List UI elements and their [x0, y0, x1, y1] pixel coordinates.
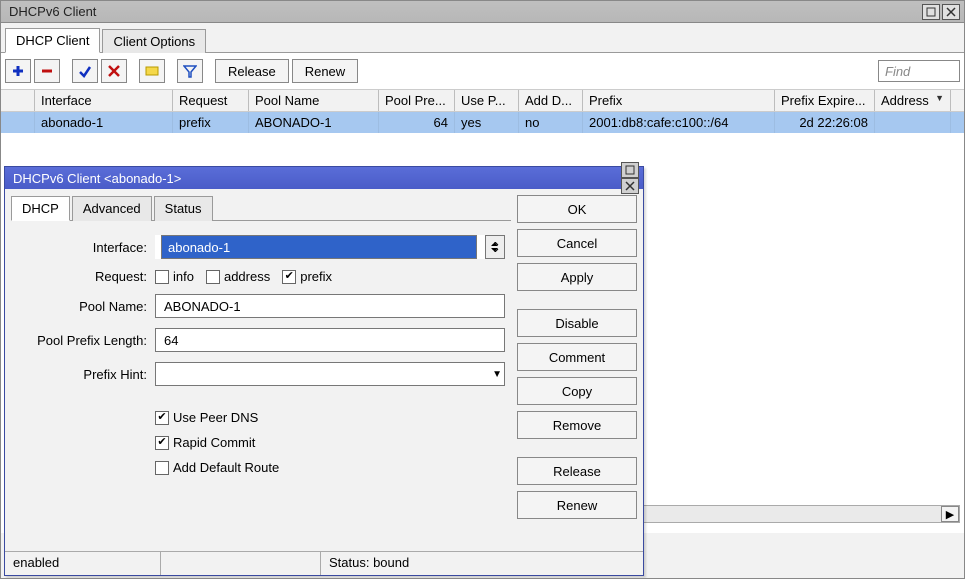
- ok-button[interactable]: OK: [517, 195, 637, 223]
- row-usep: yes: [455, 112, 519, 133]
- tab-dhcp-client[interactable]: DHCP Client: [5, 28, 100, 53]
- lbl-request: Request:: [17, 269, 155, 284]
- prefixhint-input[interactable]: ▼: [155, 362, 505, 386]
- close-icon[interactable]: [942, 4, 960, 20]
- dialog-minimize-icon[interactable]: [621, 162, 639, 178]
- poolprefixlength-value[interactable]: [162, 332, 498, 349]
- main-title-buttons: [922, 4, 960, 20]
- chevron-down-icon: ▼: [935, 93, 944, 108]
- row-poolpre: 64: [379, 112, 455, 133]
- col-prefixexp[interactable]: Prefix Expire...: [775, 90, 875, 111]
- rapidcommit-checkbox[interactable]: Rapid Commit: [155, 435, 255, 450]
- main-title: DHCPv6 Client: [5, 4, 922, 19]
- row-poolname: ABONADO-1: [249, 112, 379, 133]
- tab-client-options[interactable]: Client Options: [102, 29, 206, 53]
- row-address: [875, 112, 951, 133]
- lbl-interface: Interface:: [17, 240, 155, 255]
- col-prefix[interactable]: Prefix: [583, 90, 775, 111]
- enable-icon[interactable]: [72, 59, 98, 83]
- usepeerdns-checkbox[interactable]: Use Peer DNS: [155, 410, 258, 425]
- status-enabled: enabled: [5, 552, 161, 575]
- col-interface[interactable]: Interface: [35, 90, 173, 111]
- renew-label: Renew: [305, 64, 345, 79]
- renew-button-dlg[interactable]: Renew: [517, 491, 637, 519]
- scroll-right-icon[interactable]: ▶: [941, 506, 959, 522]
- dlg-tab-dhcp[interactable]: DHCP: [11, 196, 70, 221]
- col-poolname[interactable]: Pool Name: [249, 90, 379, 111]
- find-input[interactable]: Find: [878, 60, 960, 82]
- filter-icon[interactable]: [177, 59, 203, 83]
- row-request: prefix: [173, 112, 249, 133]
- dialog-title: DHCPv6 Client <abonado-1>: [9, 171, 621, 186]
- main-tabstrip: DHCP Client Client Options: [1, 23, 964, 53]
- comment-button[interactable]: Comment: [517, 343, 637, 371]
- lbl-poolprefixlength: Pool Prefix Length:: [17, 333, 155, 348]
- dialog-tabstrip: DHCP Advanced Status: [11, 195, 511, 221]
- dialog-actions: OK Cancel Apply Disable Comment Copy Rem…: [517, 195, 637, 545]
- remove-icon[interactable]: [34, 59, 60, 83]
- poolname-input[interactable]: [155, 294, 505, 318]
- remove-button[interactable]: Remove: [517, 411, 637, 439]
- apply-button[interactable]: Apply: [517, 263, 637, 291]
- dialog-left: DHCP Advanced Status Interface: abonado-…: [11, 195, 511, 545]
- col-stub[interactable]: [1, 90, 35, 111]
- request-address-checkbox[interactable]: address: [206, 269, 270, 284]
- main-titlebar: DHCPv6 Client: [1, 1, 964, 23]
- dlg-tab-status[interactable]: Status: [154, 196, 213, 221]
- release-button-dlg[interactable]: Release: [517, 457, 637, 485]
- release-label: Release: [228, 64, 276, 79]
- poolprefixlength-input[interactable]: [155, 328, 505, 352]
- lbl-poolname: Pool Name:: [17, 299, 155, 314]
- toolbar: Release Renew Find: [1, 53, 964, 90]
- poolname-value[interactable]: [162, 298, 498, 315]
- col-poolpre[interactable]: Pool Pre...: [379, 90, 455, 111]
- col-address[interactable]: Address▼: [875, 90, 951, 111]
- renew-button[interactable]: Renew: [292, 59, 358, 83]
- interface-select[interactable]: abonado-1: [155, 235, 505, 259]
- dialog-form: Interface: abonado-1 Request: info ad: [11, 221, 511, 491]
- request-info-checkbox[interactable]: info: [155, 269, 194, 284]
- row-stub: [1, 112, 35, 133]
- lbl-prefixhint: Prefix Hint:: [17, 367, 155, 382]
- comment-icon[interactable]: [139, 59, 165, 83]
- row-addd: no: [519, 112, 583, 133]
- minimize-icon[interactable]: [922, 4, 940, 20]
- request-group: info address prefix: [155, 269, 332, 284]
- checkbox-icon: [282, 270, 296, 284]
- chevron-down-icon[interactable]: ▼: [492, 369, 502, 380]
- dialog-body: DHCP Advanced Status Interface: abonado-…: [5, 189, 643, 551]
- checkbox-icon: [155, 411, 169, 425]
- checkbox-icon: [155, 270, 169, 284]
- interface-value: abonado-1: [161, 235, 477, 259]
- row-prefixexp: 2d 22:26:08: [775, 112, 875, 133]
- dialog-titlebar: DHCPv6 Client <abonado-1>: [5, 167, 643, 189]
- row-interface: abonado-1: [35, 112, 173, 133]
- disable-icon[interactable]: [101, 59, 127, 83]
- checkbox-icon: [155, 461, 169, 475]
- table-header: Interface Request Pool Name Pool Pre... …: [1, 90, 964, 112]
- checkbox-icon: [206, 270, 220, 284]
- add-icon[interactable]: [5, 59, 31, 83]
- checkbox-icon: [155, 436, 169, 450]
- col-addd[interactable]: Add D...: [519, 90, 583, 111]
- dialog-statusbar: enabled Status: bound: [5, 551, 643, 575]
- cancel-button[interactable]: Cancel: [517, 229, 637, 257]
- prefixhint-value[interactable]: [162, 366, 492, 383]
- dlg-tab-advanced[interactable]: Advanced: [72, 196, 152, 221]
- main-window: DHCPv6 Client DHCP Client Client Options…: [0, 0, 965, 579]
- horizontal-scrollbar[interactable]: ▶: [641, 505, 960, 523]
- edit-dialog: DHCPv6 Client <abonado-1> DHCP Advanced …: [4, 166, 644, 576]
- row-prefix: 2001:db8:cafe:c100::/64: [583, 112, 775, 133]
- interface-dropdown-icon[interactable]: [485, 235, 505, 259]
- table-row[interactable]: abonado-1 prefix ABONADO-1 64 yes no 200…: [1, 112, 964, 133]
- request-prefix-checkbox[interactable]: prefix: [282, 269, 332, 284]
- col-request[interactable]: Request: [173, 90, 249, 111]
- disable-button[interactable]: Disable: [517, 309, 637, 337]
- adddefaultroute-checkbox[interactable]: Add Default Route: [155, 460, 279, 475]
- col-usep[interactable]: Use P...: [455, 90, 519, 111]
- copy-button[interactable]: Copy: [517, 377, 637, 405]
- release-button[interactable]: Release: [215, 59, 289, 83]
- status-right: Status: bound: [321, 552, 643, 575]
- status-mid: [161, 552, 321, 575]
